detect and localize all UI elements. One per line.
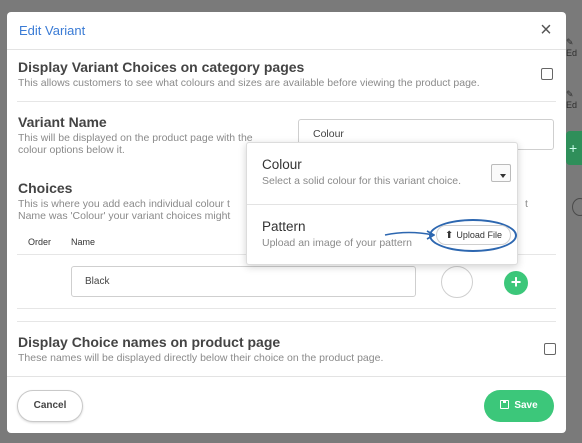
display-choices-checkbox[interactable] <box>541 68 553 80</box>
colour-option-description: Select a solid colour for this variant c… <box>262 175 462 187</box>
cancel-button[interactable]: Cancel <box>17 390 83 422</box>
pattern-option-title[interactable]: Pattern <box>262 219 306 234</box>
background-add-button: + <box>566 131 582 165</box>
variant-name-title: Variant Name <box>18 114 107 130</box>
chevron-down-icon <box>500 174 506 178</box>
choice-name-input[interactable]: Black <box>71 266 416 297</box>
upload-file-label: Upload File <box>456 230 502 240</box>
variant-name-description: This will be displayed on the product pa… <box>18 132 253 144</box>
divider <box>17 101 556 102</box>
divider <box>17 321 556 322</box>
display-names-title: Display Choice names on product page <box>18 334 281 350</box>
colour-picker[interactable] <box>491 164 511 182</box>
display-choices-title: Display Variant Choices on category page… <box>18 59 305 75</box>
divider <box>17 308 556 309</box>
background-circle <box>572 198 582 216</box>
modal-title: Edit Variant <box>19 23 86 38</box>
colour-option-title[interactable]: Colour <box>262 157 302 172</box>
display-names-checkbox[interactable] <box>544 343 556 355</box>
modal-footer: Cancel Save <box>7 376 566 433</box>
choice-type-popover: Colour Select a solid colour for this va… <box>246 142 518 265</box>
annotation-arrow-icon <box>384 230 435 240</box>
column-header-order: Order <box>28 237 52 247</box>
save-icon <box>500 400 510 409</box>
background-edit-label: ✎ Ed <box>566 37 578 58</box>
display-names-description: These names will be displayed directly b… <box>18 352 384 364</box>
choices-title: Choices <box>18 180 73 196</box>
popover-divider <box>247 204 517 205</box>
save-button[interactable]: Save <box>484 390 554 422</box>
upload-file-button[interactable]: ⬆ Upload File <box>436 225 511 245</box>
choices-description: This is where you add each individual co… <box>18 198 230 210</box>
upload-icon: ⬆ <box>445 230 454 241</box>
close-icon[interactable]: × <box>536 20 556 40</box>
modal-header: Edit Variant × <box>7 12 566 50</box>
display-choices-description: This allows customers to see what colour… <box>18 77 480 89</box>
choice-swatch[interactable] <box>441 266 473 298</box>
choices-description: Name was 'Colour' your variant choices m… <box>18 210 231 222</box>
add-choice-button[interactable]: + <box>504 271 528 295</box>
variant-name-description: colour options below it. <box>18 144 125 156</box>
background-edit-label: ✎ Ed <box>566 89 578 110</box>
column-header-name: Name <box>71 237 96 247</box>
choices-description-tail: t <box>525 198 528 210</box>
save-button-label: Save <box>514 400 538 411</box>
